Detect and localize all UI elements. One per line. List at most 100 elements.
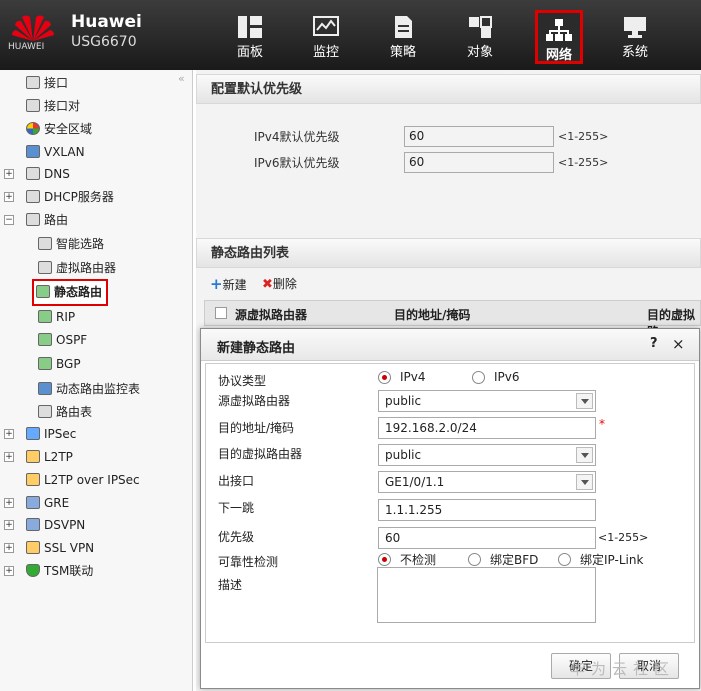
sidebar-item-bgp[interactable]: BGP — [38, 354, 81, 374]
expand-icon[interactable]: + — [4, 543, 14, 553]
select-all-checkbox[interactable] — [215, 307, 227, 319]
protocol-label: 协议类型 — [218, 374, 267, 388]
src-vr-select[interactable]: public — [378, 390, 596, 412]
tsm-shield-icon — [26, 564, 40, 577]
network-icon — [546, 19, 572, 41]
sidebar-item-virtual-router[interactable]: 虚拟路由器 — [38, 258, 116, 278]
sidebar-item-tsm[interactable]: + TSM联动 — [4, 561, 93, 581]
sidebar-item-security-zone[interactable]: 安全区域 — [26, 119, 92, 139]
column-header: 目的地址/掩码 — [394, 308, 471, 322]
sidebar-item-dhcp[interactable]: + DHCP服务器 — [4, 187, 114, 207]
policy-icon — [395, 16, 412, 38]
nav-monitor[interactable]: 监控 — [302, 10, 350, 64]
sidebar-item-l2tp[interactable]: + L2TP — [4, 447, 73, 467]
interface-pair-icon — [26, 99, 40, 112]
expand-icon[interactable]: + — [4, 192, 14, 202]
src-vr-label: 源虚拟路由器 — [218, 394, 291, 408]
help-icon[interactable]: ? — [650, 336, 658, 351]
nav-label: 监控 — [312, 45, 339, 60]
required-mark: * — [599, 417, 605, 431]
nav-label: 网络 — [545, 48, 572, 63]
ipv6-radio[interactable] — [472, 371, 485, 384]
gre-icon — [26, 496, 40, 509]
priority-range-hint: <1-255> — [598, 531, 649, 544]
dialog-header: 新建静态路由 ? × — [201, 329, 699, 361]
no-detect-radio[interactable] — [378, 553, 391, 566]
sidebar-item-dsvpn[interactable]: + DSVPN — [4, 515, 85, 535]
ipv6-option-label: IPv6 — [494, 370, 520, 384]
route-list-toolbar: +新建 ✖删除 — [196, 269, 701, 297]
new-button[interactable]: +新建 — [210, 275, 247, 293]
monitor-icon — [313, 16, 339, 36]
ipv4-priority-input[interactable]: 60 — [404, 126, 554, 147]
column-header: 源虚拟路由器 — [235, 308, 308, 322]
interface-icon — [26, 76, 40, 89]
expand-icon[interactable]: + — [4, 566, 14, 576]
security-zone-icon — [26, 122, 40, 135]
nav-network[interactable]: 网络 — [535, 10, 583, 64]
sidebar-item-ospf[interactable]: OSPF — [38, 330, 87, 350]
dest-input[interactable]: 192.168.2.0/24 — [378, 417, 596, 439]
priority-input[interactable]: 60 — [378, 527, 596, 549]
ipv6-priority-input[interactable]: 60 — [404, 152, 554, 173]
sidebar-item-static-route[interactable]: 静态路由 — [32, 279, 109, 306]
sidebar-item-smart-routing[interactable]: 智能选路 — [38, 234, 104, 254]
collapse-sidebar-button[interactable]: « — [178, 72, 185, 85]
ipv4-option-label: IPv4 — [400, 370, 426, 384]
sidebar-item-gre[interactable]: + GRE — [4, 493, 69, 513]
route-table-header: 源虚拟路由器 目的地址/掩码 目的虚拟路 — [204, 300, 701, 339]
ipv4-priority-label: IPv4默认优先级 — [254, 130, 340, 144]
expand-icon[interactable]: + — [4, 452, 14, 462]
sidebar-item-vxlan[interactable]: VXLAN — [26, 142, 85, 162]
description-textarea[interactable] — [377, 567, 596, 623]
sidebar-item-rip[interactable]: RIP — [38, 307, 75, 327]
priority-label: 优先级 — [218, 530, 255, 544]
nav-system[interactable]: 系统 — [611, 10, 659, 64]
sidebar-item-ssl-vpn[interactable]: + SSL VPN — [4, 538, 94, 558]
dest-label: 目的地址/掩码 — [218, 421, 295, 435]
ip-link-radio[interactable] — [558, 553, 571, 566]
sidebar-item-dns[interactable]: + DNS — [4, 164, 70, 184]
next-hop-input[interactable]: 1.1.1.255 — [378, 499, 596, 521]
dashboard-icon — [238, 16, 262, 38]
sidebar-item-ipsec[interactable]: + IPSec — [4, 424, 76, 444]
ipv6-range-hint: <1-255> — [558, 156, 609, 169]
chevron-down-icon — [576, 447, 593, 463]
collapse-icon[interactable]: − — [4, 215, 14, 225]
sidebar-item-l2tp-over-ipsec[interactable]: L2TP over IPSec — [26, 470, 140, 490]
sidebar-item-dynamic-route-monitor[interactable]: 动态路由监控表 — [38, 379, 140, 399]
sidebar-item-interface[interactable]: 接口 — [26, 73, 68, 93]
no-detect-label: 不检测 — [400, 553, 437, 567]
nav-policy[interactable]: 策略 — [379, 10, 427, 64]
dst-vr-label: 目的虚拟路由器 — [218, 447, 303, 461]
smart-routing-icon — [38, 237, 52, 250]
ipv4-range-hint: <1-255> — [558, 130, 609, 143]
dst-vr-select[interactable]: public — [378, 444, 596, 466]
expand-icon[interactable]: + — [4, 520, 14, 530]
route-table-icon — [38, 405, 52, 418]
ssl-vpn-icon — [26, 541, 40, 554]
new-static-route-dialog: 新建静态路由 ? × 协议类型 IPv4 IPv6 源虚拟路由器 public … — [200, 328, 700, 689]
bgp-icon — [38, 357, 52, 370]
nav-label: 策略 — [389, 45, 416, 60]
top-header: HUAWEI Huawei USG6670 面板 监控 策略 对象 网络 系统 — [0, 0, 701, 70]
nav-dashboard[interactable]: 面板 — [226, 10, 274, 64]
ipv4-radio[interactable] — [378, 371, 391, 384]
out-if-select[interactable]: GE1/0/1.1 — [378, 471, 596, 493]
nav-object[interactable]: 对象 — [456, 10, 504, 64]
delete-button[interactable]: ✖删除 — [262, 275, 297, 292]
bfd-radio[interactable] — [468, 553, 481, 566]
sidebar-item-route-table[interactable]: 路由表 — [38, 402, 92, 422]
out-if-label: 出接口 — [218, 474, 255, 488]
l2tp-icon — [26, 450, 40, 463]
expand-icon[interactable]: + — [4, 429, 14, 439]
expand-icon[interactable]: + — [4, 498, 14, 508]
vxlan-icon — [26, 145, 40, 158]
sidebar-item-interface-pair[interactable]: 接口对 — [26, 96, 80, 116]
dhcp-icon — [26, 190, 40, 203]
sidebar-item-routing[interactable]: − 路由 — [4, 210, 68, 230]
close-icon[interactable]: × — [672, 335, 685, 353]
ip-link-label: 绑定IP-Link — [580, 553, 644, 567]
ospf-icon — [38, 333, 52, 346]
expand-icon[interactable]: + — [4, 169, 14, 179]
